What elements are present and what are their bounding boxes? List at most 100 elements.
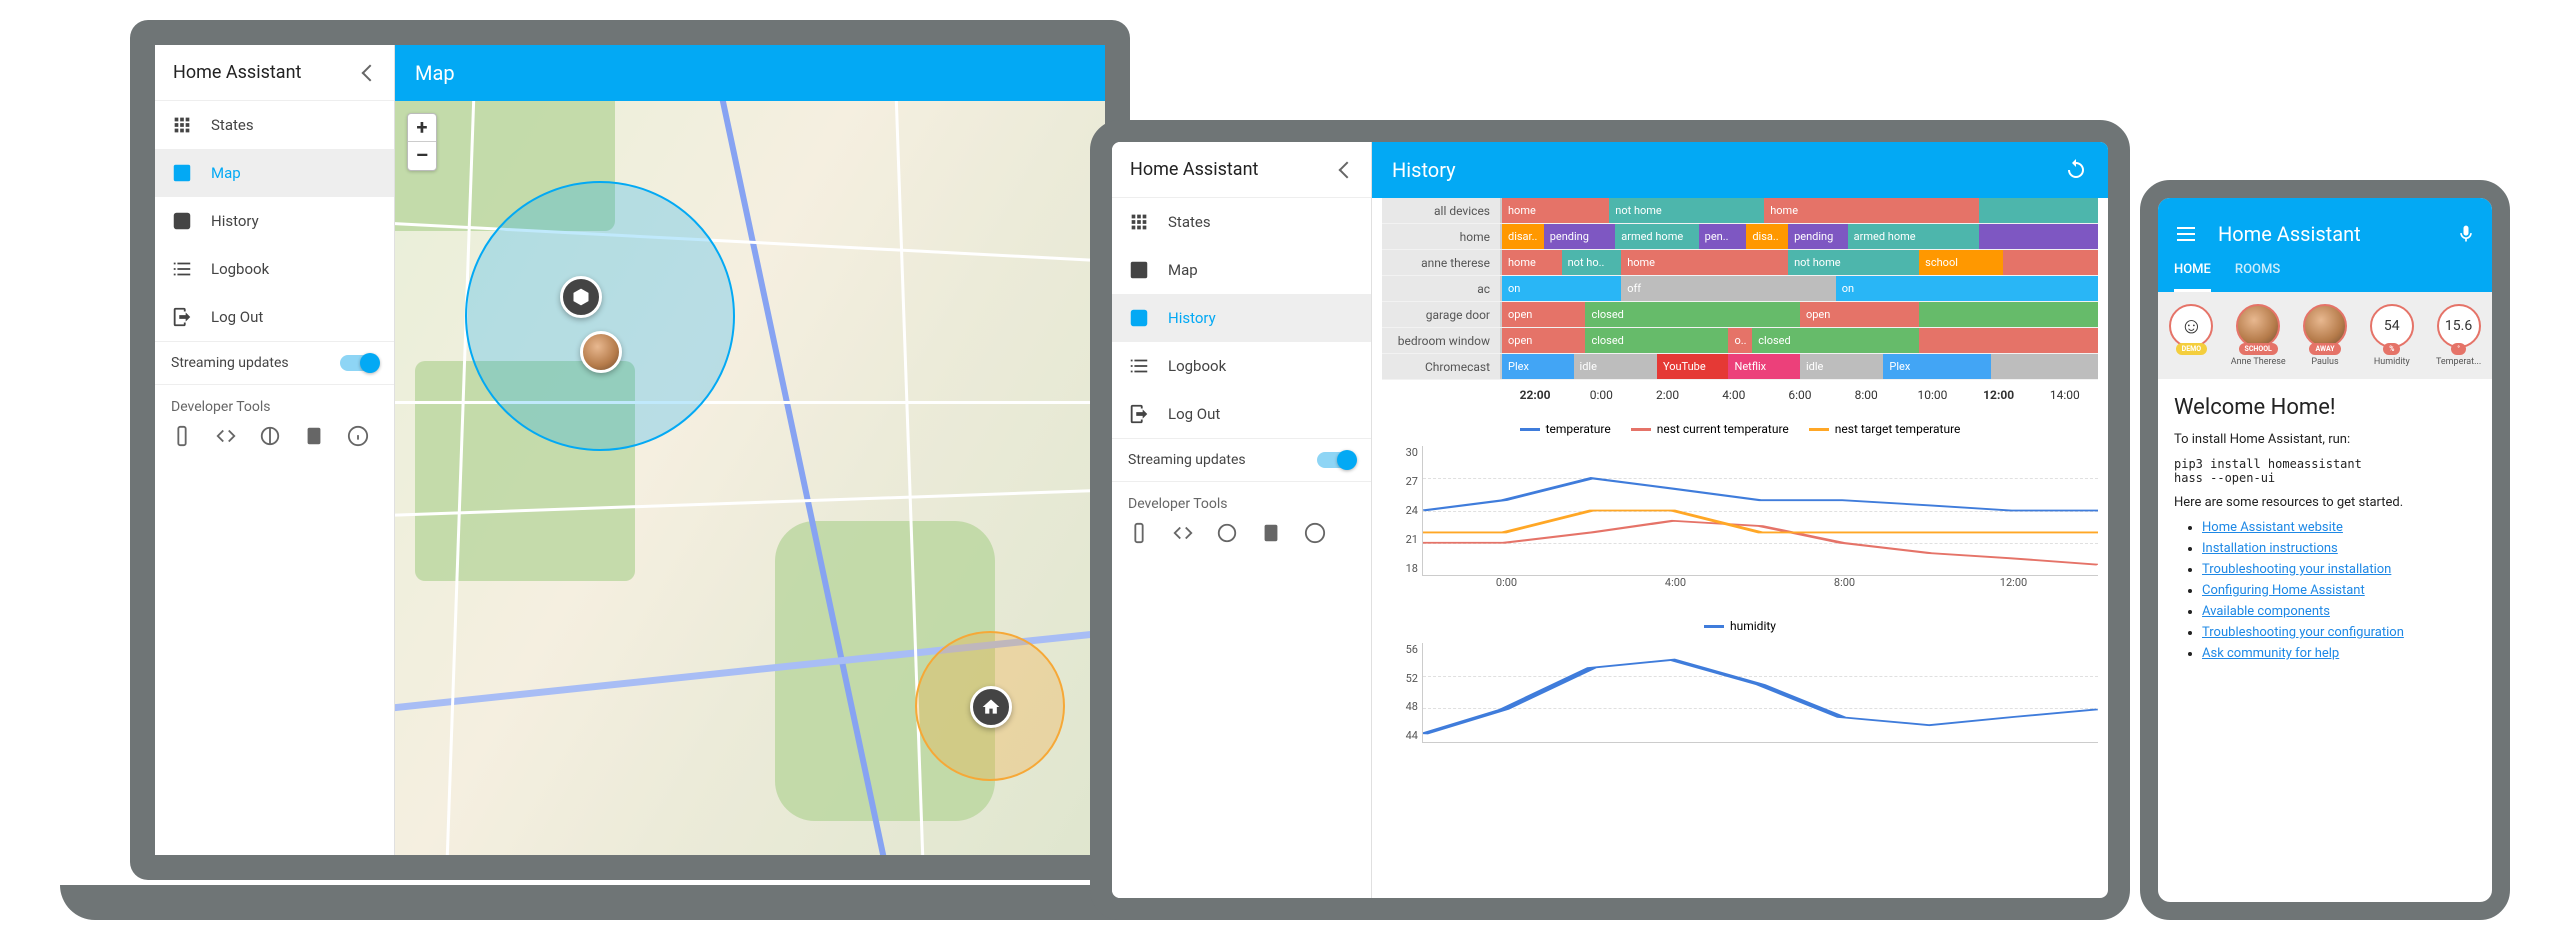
resource-link[interactable]: Available components — [2202, 604, 2330, 619]
chart-icon — [171, 210, 193, 232]
history-row: ChromecastPlexidleYouTubeNetflixidlePlex — [1382, 354, 2098, 380]
map-area[interactable]: + – — [395, 101, 1105, 855]
sidebar-item-map[interactable]: Map — [155, 149, 394, 197]
history-segment: home — [1764, 198, 1979, 223]
streaming-toggle[interactable] — [1317, 452, 1355, 468]
refresh-icon[interactable] — [2064, 158, 2088, 182]
sidebar-item-states[interactable]: States — [1112, 198, 1371, 246]
phone-header: Home Assistant HOME ROOMS — [2158, 198, 2492, 292]
page-header: Map — [395, 45, 1105, 101]
laptop-screen: Home Assistant States Map History — [130, 20, 1130, 880]
history-row: anne theresehomenot ho..homenot homescho… — [1382, 250, 2098, 276]
zoom-out-button[interactable]: – — [408, 142, 436, 170]
list-icon — [171, 258, 193, 280]
tablet-frame: Home Assistant States Map History Logboo… — [1090, 120, 2130, 920]
history-row-label: ac — [1382, 276, 1502, 301]
resource-link[interactable]: Configuring Home Assistant — [2202, 583, 2365, 598]
legend-item: nest target temperature — [1809, 422, 1961, 436]
sidebar-title-bar: Home Assistant — [155, 45, 394, 101]
history-segment: on — [1502, 276, 1621, 301]
microphone-icon[interactable] — [2456, 224, 2476, 244]
chevron-left-icon[interactable] — [1339, 161, 1356, 178]
streaming-updates-row: Streaming updates — [155, 341, 394, 385]
menu-icon[interactable] — [2174, 222, 2198, 246]
streaming-toggle[interactable] — [340, 355, 378, 371]
history-row-label: anne therese — [1382, 250, 1502, 275]
resource-link[interactable]: Installation instructions — [2202, 541, 2338, 556]
history-segment: home — [1502, 198, 1609, 223]
state-badge[interactable]: 54%Humidity — [2362, 304, 2421, 367]
phone-tabs: HOME ROOMS — [2174, 262, 2476, 292]
history-segment: not ho.. — [1562, 250, 1622, 275]
map-marker-package[interactable] — [560, 276, 602, 318]
history-segment: open — [1502, 302, 1585, 327]
info-icon[interactable] — [347, 425, 369, 447]
sidebar-title-bar: Home Assistant — [1112, 142, 1371, 198]
sidebar-item-logout[interactable]: Log Out — [1112, 390, 1371, 438]
template-icon[interactable] — [303, 425, 325, 447]
remote-icon[interactable] — [171, 425, 193, 447]
resource-link[interactable]: Troubleshooting your configuration — [2202, 625, 2404, 640]
zoom-in-button[interactable]: + — [408, 114, 436, 142]
chart-icon — [1128, 307, 1150, 329]
state-badge[interactable]: SCHOOLAnne Therese — [2229, 304, 2288, 367]
resource-link[interactable]: Troubleshooting your installation — [2202, 562, 2391, 577]
map-marker-person[interactable] — [580, 331, 622, 373]
sidebar-item-map[interactable]: Map — [1112, 246, 1371, 294]
history-segment: armed home — [1615, 224, 1698, 249]
signal-icon[interactable] — [1216, 522, 1238, 544]
map-marker-home[interactable] — [970, 686, 1012, 728]
state-badge[interactable]: AWAYPaulus — [2296, 304, 2355, 367]
history-segment: closed — [1585, 328, 1728, 353]
history-segment: disar.. — [1502, 224, 1544, 249]
welcome-title: Welcome Home! — [2174, 395, 2476, 420]
sidebar-item-logout[interactable]: Log Out — [155, 293, 394, 341]
app-title: Home Assistant — [173, 62, 301, 83]
sidebar-item-logbook[interactable]: Logbook — [155, 245, 394, 293]
history-segment: pen.. — [1699, 224, 1747, 249]
history-segment: idle — [1574, 354, 1657, 379]
state-badge[interactable]: 15.6°Temperat... — [2429, 304, 2488, 367]
map-zone-home — [465, 181, 735, 451]
code-icon[interactable] — [215, 425, 237, 447]
history-segment: school — [1919, 250, 2002, 275]
history-segment: open — [1800, 302, 1919, 327]
info-icon[interactable] — [1304, 522, 1326, 544]
history-row-label: bedroom window — [1382, 328, 1502, 353]
dev-tools-row — [1112, 522, 1371, 560]
history-segment — [1919, 328, 2098, 353]
tab-home[interactable]: HOME — [2174, 262, 2211, 292]
map-zoom-controls: + – — [407, 113, 437, 171]
sidebar-item-history[interactable]: History — [1112, 294, 1371, 342]
state-badge[interactable]: ☺DEMO — [2162, 304, 2221, 367]
history-segment: open — [1502, 328, 1585, 353]
signal-icon[interactable] — [259, 425, 281, 447]
install-command: pip3 install homeassistant hass --open-u… — [2174, 457, 2476, 485]
history-segment: not home — [1609, 198, 1764, 223]
history-row: all deviceshomenot homehome — [1382, 198, 2098, 224]
phone-content: Welcome Home! To install Home Assistant,… — [2158, 379, 2492, 683]
resource-link[interactable]: Ask community for help — [2202, 646, 2339, 661]
apps-icon — [1128, 211, 1150, 233]
remote-icon[interactable] — [1128, 522, 1150, 544]
apps-icon — [171, 114, 193, 136]
template-icon[interactable] — [1260, 522, 1282, 544]
logout-icon — [1128, 403, 1150, 425]
laptop-frame: Home Assistant States Map History — [60, 0, 1200, 920]
streaming-updates-row: Streaming updates — [1112, 438, 1371, 482]
history-segment: off — [1621, 276, 1836, 301]
tab-rooms[interactable]: ROOMS — [2235, 262, 2280, 292]
history-row: aconoffon — [1382, 276, 2098, 302]
history-row-label: home — [1382, 224, 1502, 249]
phone-frame: Home Assistant HOME ROOMS ☺DEMOSCHOOLAnn… — [2140, 180, 2510, 920]
code-icon[interactable] — [1172, 522, 1194, 544]
sidebar-item-states[interactable]: States — [155, 101, 394, 149]
legend-item: nest current temperature — [1631, 422, 1789, 436]
history-row-label: Chromecast — [1382, 354, 1502, 379]
sidebar-item-logbook[interactable]: Logbook — [1112, 342, 1371, 390]
resource-link[interactable]: Home Assistant website — [2202, 520, 2343, 535]
chevron-left-icon[interactable] — [362, 64, 379, 81]
sidebar-item-history[interactable]: History — [155, 197, 394, 245]
history-row: garage dooropenclosedopen — [1382, 302, 2098, 328]
history-segment: idle — [1800, 354, 1883, 379]
